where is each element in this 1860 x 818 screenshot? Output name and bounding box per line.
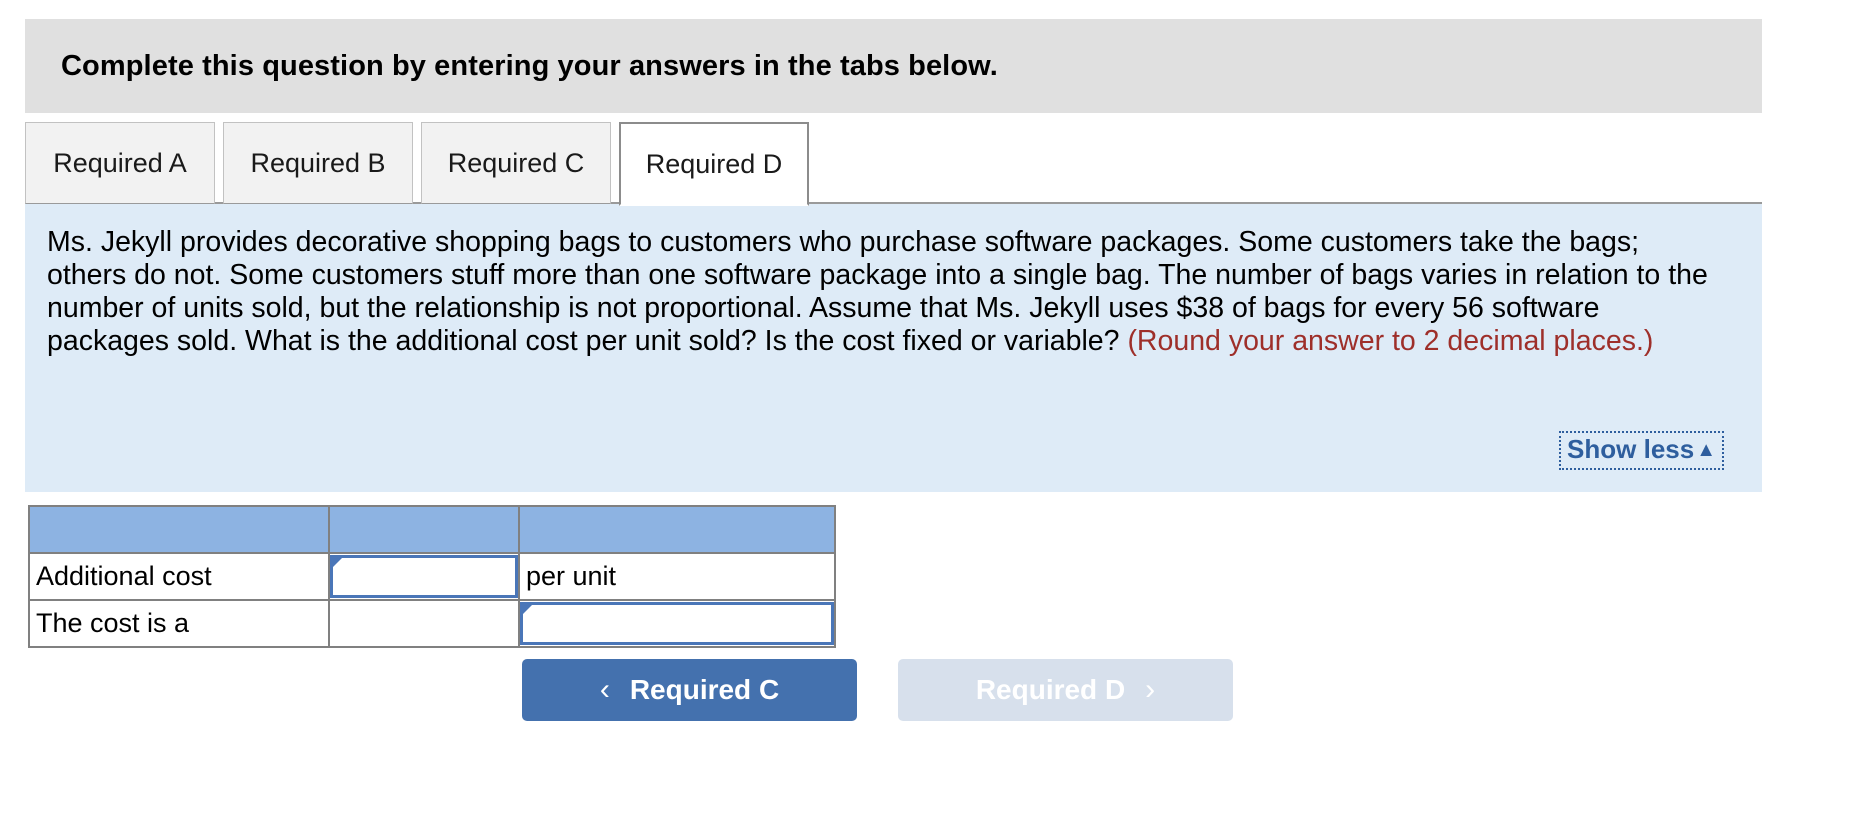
show-less-row: Show less ▲ [1559, 431, 1724, 470]
show-less-button[interactable]: Show less ▲ [1559, 431, 1724, 470]
tab-required-c-label: Required C [447, 147, 585, 178]
tab-required-d-label: Required D [645, 148, 783, 179]
question-panel: Ms. Jekyll provides decorative shopping … [25, 204, 1762, 492]
previous-required-c-button[interactable]: ‹ Required C [522, 659, 857, 721]
tab-required-a[interactable]: Required A [25, 122, 215, 204]
cost-type-select-cell[interactable] [518, 599, 836, 648]
cost-type-select[interactable] [520, 602, 834, 645]
row-suffix-per-unit: per unit [518, 552, 836, 601]
tab-required-d[interactable]: Required D [619, 122, 809, 206]
question-rounding-note: (Round your answer to 2 decimal places.) [1127, 325, 1654, 357]
chevron-right-icon: › [1145, 673, 1156, 706]
additional-cost-input-cell[interactable] [328, 552, 520, 601]
row-label-additional-cost: Additional cost [28, 552, 330, 601]
tab-required-b-label: Required B [250, 147, 386, 178]
caret-up-icon: ▲ [1696, 438, 1716, 461]
table-header-cell-1 [28, 505, 330, 554]
show-less-label: Show less [1567, 434, 1695, 464]
table-row: The cost is a [28, 599, 836, 648]
table-header-row [28, 505, 836, 554]
chevron-left-icon: ‹ [599, 673, 610, 706]
previous-button-label: Required C [629, 674, 780, 705]
row-label-cost-is-a: The cost is a [28, 599, 330, 648]
instruction-text: Complete this question by entering your … [61, 49, 998, 82]
tab-required-a-label: Required A [53, 147, 187, 178]
next-required-d-button[interactable]: Required D › [898, 659, 1233, 721]
next-button-label: Required D [975, 674, 1126, 705]
navigation-buttons: ‹ Required C Required D › [0, 659, 1860, 721]
tab-required-c[interactable]: Required C [421, 122, 611, 204]
tab-strip: Required A Required B Required C Require… [25, 122, 1762, 206]
instruction-banner: Complete this question by entering your … [25, 19, 1762, 113]
question-page: Complete this question by entering your … [0, 0, 1860, 818]
table-row: Additional cost per unit [28, 552, 836, 601]
tab-required-b[interactable]: Required B [223, 122, 413, 204]
row-spacer-cell [328, 599, 520, 648]
table-header-cell-2 [328, 505, 520, 554]
table-header-cell-3 [518, 505, 836, 554]
answer-table: Additional cost per unit The cost is a [28, 505, 836, 648]
question-text: Ms. Jekyll provides decorative shopping … [25, 204, 1762, 358]
additional-cost-input[interactable] [330, 555, 518, 598]
